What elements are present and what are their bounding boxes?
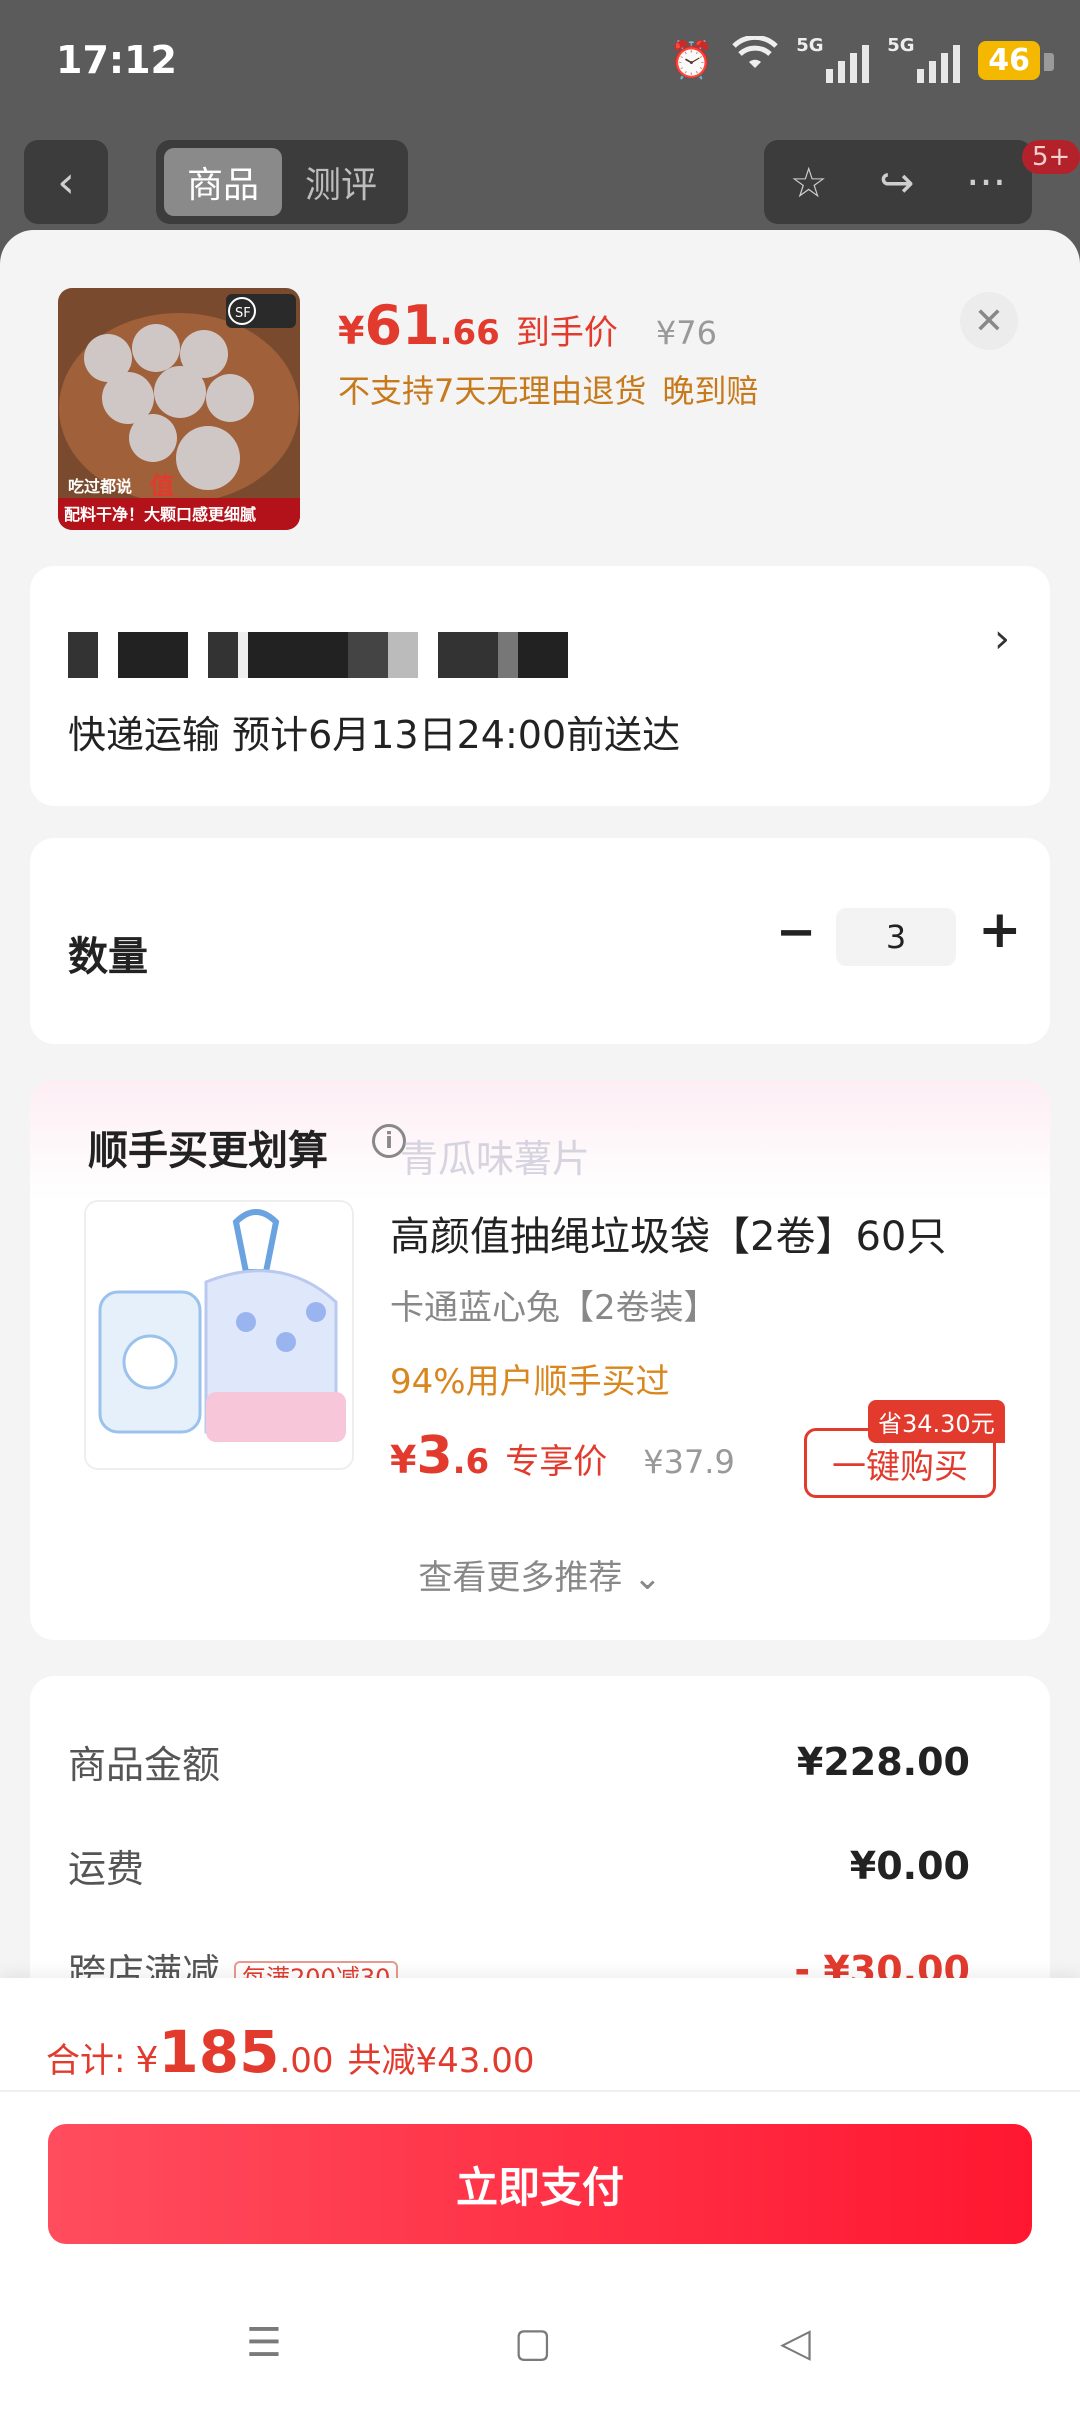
quantity-input[interactable]: 3 [836,908,956,966]
close-button[interactable]: ✕ [960,292,1018,350]
price-label: 到手价 [515,313,618,353]
status-icons: ⏰ 5G 5G 46 [669,34,1054,85]
home-icon[interactable]: ▢ [514,2320,552,2366]
watermark-text: 青瓜味薯片 [400,1137,591,1181]
recommend-original-price: ¥37.9 [643,1443,735,1481]
total-amount: 合计: ¥ 185 .00 共减¥43.00 [46,2018,535,2086]
back-button[interactable]: ‹ [24,140,108,224]
original-price: ¥76 [655,314,717,352]
quantity-card: 数量 − 3 + [30,838,1050,1044]
thumb-caption-emphasis: 值 [150,472,174,500]
product-price: ¥ 61 .66 到手价 ¥76 [338,294,717,357]
system-nav-bar: ☰ ▢ ◁ [0,2280,1080,2412]
tab-goods[interactable]: 商品 [164,148,282,216]
plus-icon[interactable]: + [978,900,1022,960]
close-icon: ✕ [973,300,1005,342]
recommend-title: 顺手买更划算 [88,1128,328,1174]
minus-icon[interactable]: − [776,904,816,960]
tab-review[interactable]: 测评 [282,148,400,216]
recommend-price: ¥ 3 .6 专享价 ¥37.9 [390,1426,735,1486]
chevron-down-icon: ⌄ [633,1558,662,1598]
product-thumbnail: SF 吃过都说 值 配料干净！大颗口感更细腻 [58,288,300,530]
exclusive-price-label: 专享价 [505,1442,608,1482]
thumb-caption-2: 配料干净！大颗口感更细腻 [64,505,256,524]
thumb-caption: 吃过都说 [68,477,132,496]
recommend-item-name[interactable]: 高颜值抽绳垃圾袋【2卷】60只 [390,1204,946,1262]
recommend-card: 顺手买更划算 i 青瓜味薯片 高颜值抽绳垃圾袋【2卷】60只 卡通蓝心兔【2卷装… [30,1080,1050,1640]
chevron-right-icon: › [994,616,1010,662]
recommend-item-spec: 卡通蓝心兔【2卷装】 [390,1288,718,1328]
recommend-bought: 94%用户顺手买过 [390,1362,670,1402]
chevron-left-icon: ‹ [57,156,75,208]
divider [0,2090,1080,2092]
save-badge: 省34.30元 [868,1400,1005,1443]
back-triangle-icon[interactable]: ◁ [780,2320,811,2366]
star-icon[interactable]: ☆ [790,158,828,207]
signal-icon-2: 5G [887,35,961,83]
shipping-eta: 快递运输 预计6月13日24:00前送达 [68,713,681,757]
more-recommend-link[interactable]: 查看更多推荐 ⌄ [30,1550,1050,1599]
return-policy: 不支持7天无理由退货 [338,372,647,410]
status-time: 17:12 [56,38,177,82]
battery-icon: 46 [978,41,1054,80]
summary-row: 运费 ¥0.00 [68,1843,970,1892]
quantity-label: 数量 [68,934,148,980]
tab-switcher: 商品 测评 [156,140,408,224]
address-redacted [68,632,658,678]
share-icon[interactable]: ↪ [879,158,914,207]
action-group: ☆ ↪ ··· [764,140,1032,224]
signal-icon: 5G [796,35,870,83]
menu-icon[interactable]: ☰ [246,2320,282,2366]
notification-badge: 5+ [1022,140,1080,174]
late-compensation: 晚到赔 [662,372,759,410]
total-discount: 共减¥43.00 [347,2041,535,2081]
alarm-icon: ⏰ [669,39,715,81]
more-icon[interactable]: ··· [966,158,1006,207]
recommend-item-image[interactable] [84,1200,354,1470]
pay-now-button[interactable]: 立即支付 [48,2124,1032,2244]
status-bar: 17:12 ⏰ 5G 5G 46 [0,0,1080,120]
product-header: SF 吃过都说 值 配料干净！大颗口感更细腻 ¥ 61 .66 到手价 ¥76 … [0,230,1080,560]
top-nav: ‹ 商品 测评 ☆ ↪ ··· [0,138,1080,228]
address-card[interactable]: › 快递运输 预计6月13日24:00前送达 [30,566,1050,806]
sf-badge: SF [235,306,251,321]
wifi-icon [732,34,778,85]
product-tips: 不支持7天无理由退货 晚到赔 [338,366,758,412]
summary-row: 商品金额 ¥228.00 [68,1739,970,1788]
